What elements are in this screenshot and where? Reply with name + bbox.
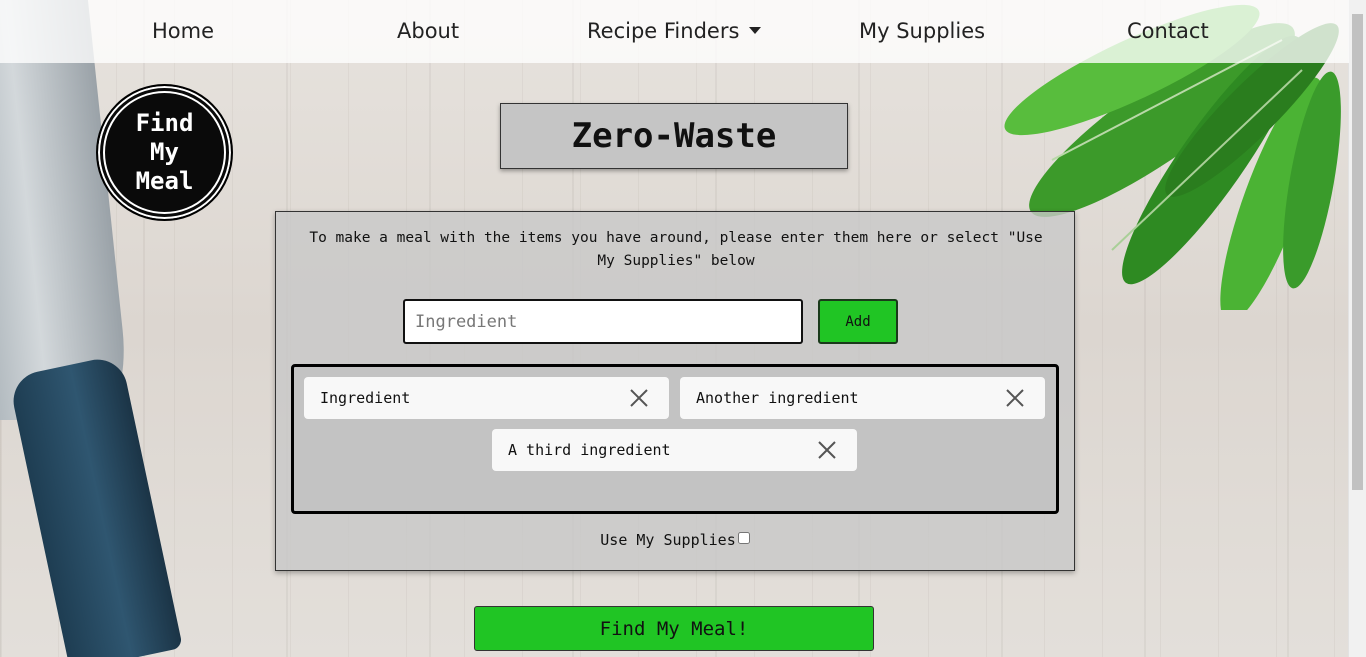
- scrollbar-thumb[interactable]: [1352, 14, 1363, 490]
- nav-about-link[interactable]: About: [397, 19, 459, 43]
- use-my-supplies-checkbox[interactable]: [737, 532, 750, 544]
- ingredient-input[interactable]: [403, 299, 803, 344]
- site-logo[interactable]: Find My Meal: [96, 84, 233, 221]
- nav-recipe-finders-dropdown[interactable]: Recipe Finders: [587, 19, 762, 43]
- close-icon[interactable]: [817, 440, 837, 460]
- caret-down-icon: [749, 27, 762, 34]
- use-my-supplies-text: Use My Supplies: [600, 531, 736, 549]
- knife-blade-decoration: [0, 0, 133, 420]
- ingredient-chip: A third ingredient: [492, 429, 857, 471]
- logo-line-2: My: [150, 138, 179, 166]
- logo-line-1: Find: [135, 109, 194, 137]
- nav-home-link[interactable]: Home: [152, 19, 214, 43]
- ingredient-chip: Another ingredient: [680, 377, 1045, 419]
- ingredient-chip: Ingredient: [304, 377, 669, 419]
- logo-text: Find My Meal: [103, 91, 226, 214]
- top-navbar: Home About Recipe Finders My Supplies Co…: [0, 0, 1349, 63]
- find-my-meal-button[interactable]: Find My Meal!: [474, 606, 874, 651]
- instructions-text: To make a meal with the items you have a…: [309, 230, 1043, 269]
- nav-contact-link[interactable]: Contact: [1127, 19, 1209, 43]
- ingredient-chip-label: Another ingredient: [696, 389, 859, 407]
- ingredient-chip-label: A third ingredient: [508, 441, 671, 459]
- close-icon[interactable]: [1005, 388, 1025, 408]
- ingredient-chip-label: Ingredient: [320, 389, 411, 407]
- page-title: Zero-Waste: [500, 103, 848, 169]
- ingredient-list: Ingredient Another ingredient A third in…: [291, 364, 1059, 514]
- knife-handle-decoration: [8, 354, 183, 657]
- use-my-supplies-label[interactable]: Use My Supplies: [600, 531, 750, 549]
- close-icon[interactable]: [629, 388, 649, 408]
- ingredient-panel: To make a meal with the items you have a…: [275, 211, 1075, 571]
- add-button[interactable]: Add: [818, 299, 898, 344]
- logo-line-3: Meal: [135, 167, 194, 195]
- nav-recipe-finders-label: Recipe Finders: [587, 19, 740, 43]
- page-scrollbar[interactable]: [1348, 0, 1366, 657]
- nav-my-supplies-link[interactable]: My Supplies: [859, 19, 985, 43]
- use-my-supplies-row: Use My Supplies: [276, 531, 1074, 549]
